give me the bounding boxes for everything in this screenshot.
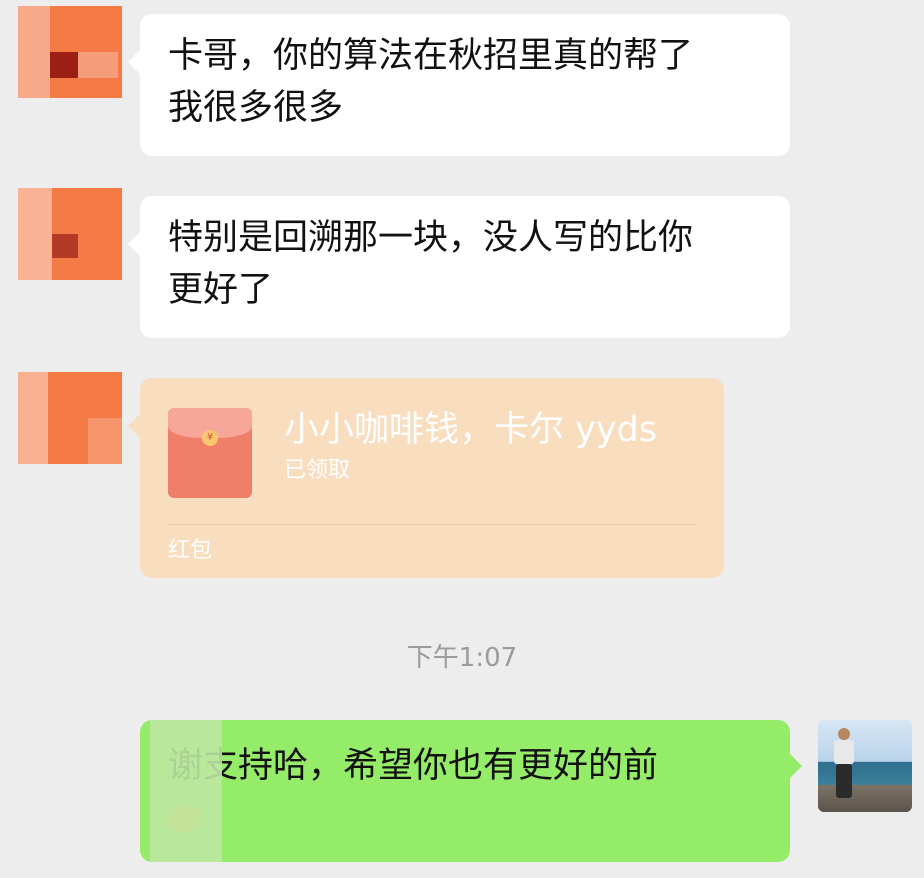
- red-packet-card[interactable]: ¥ 小小咖啡钱，卡尔 yyds 已领取 红包: [128, 378, 724, 578]
- message-bubble[interactable]: 卡哥，你的算法在秋招里真的帮了 我很多很多: [128, 14, 790, 156]
- sender-avatar[interactable]: [18, 372, 122, 464]
- coin-icon: ¥: [202, 430, 218, 446]
- message-bubble[interactable]: 特别是回溯那一块，没人写的比你 更好了: [128, 196, 790, 338]
- red-packet-status: 已领取: [284, 458, 351, 483]
- person-head: [838, 728, 850, 740]
- message-text: 特别是回溯那一块，没人写的比你: [168, 218, 694, 258]
- timestamp: 下午1:07: [406, 643, 518, 673]
- red-packet-title: 小小咖啡钱，卡尔 yyds: [284, 410, 658, 450]
- reply-bubble[interactable]: 谢支持哈，希望你也有更好的前: [140, 720, 802, 862]
- red-packet-footer: 红包: [168, 538, 213, 563]
- message-text: 谢支持哈，希望你也有更好的前: [168, 746, 659, 786]
- red-envelope-icon: ¥: [168, 408, 252, 498]
- self-avatar[interactable]: [818, 720, 912, 812]
- redaction-mosaic: [150, 720, 222, 862]
- person-legs: [836, 764, 852, 798]
- person-body: [834, 740, 854, 764]
- message-text: 我很多很多: [168, 88, 344, 128]
- sender-avatar[interactable]: [18, 188, 122, 280]
- message-text: 更好了: [168, 270, 274, 310]
- message-text: 卡哥，你的算法在秋招里真的帮了: [168, 36, 694, 76]
- sender-avatar[interactable]: [18, 6, 122, 98]
- divider: [168, 524, 696, 525]
